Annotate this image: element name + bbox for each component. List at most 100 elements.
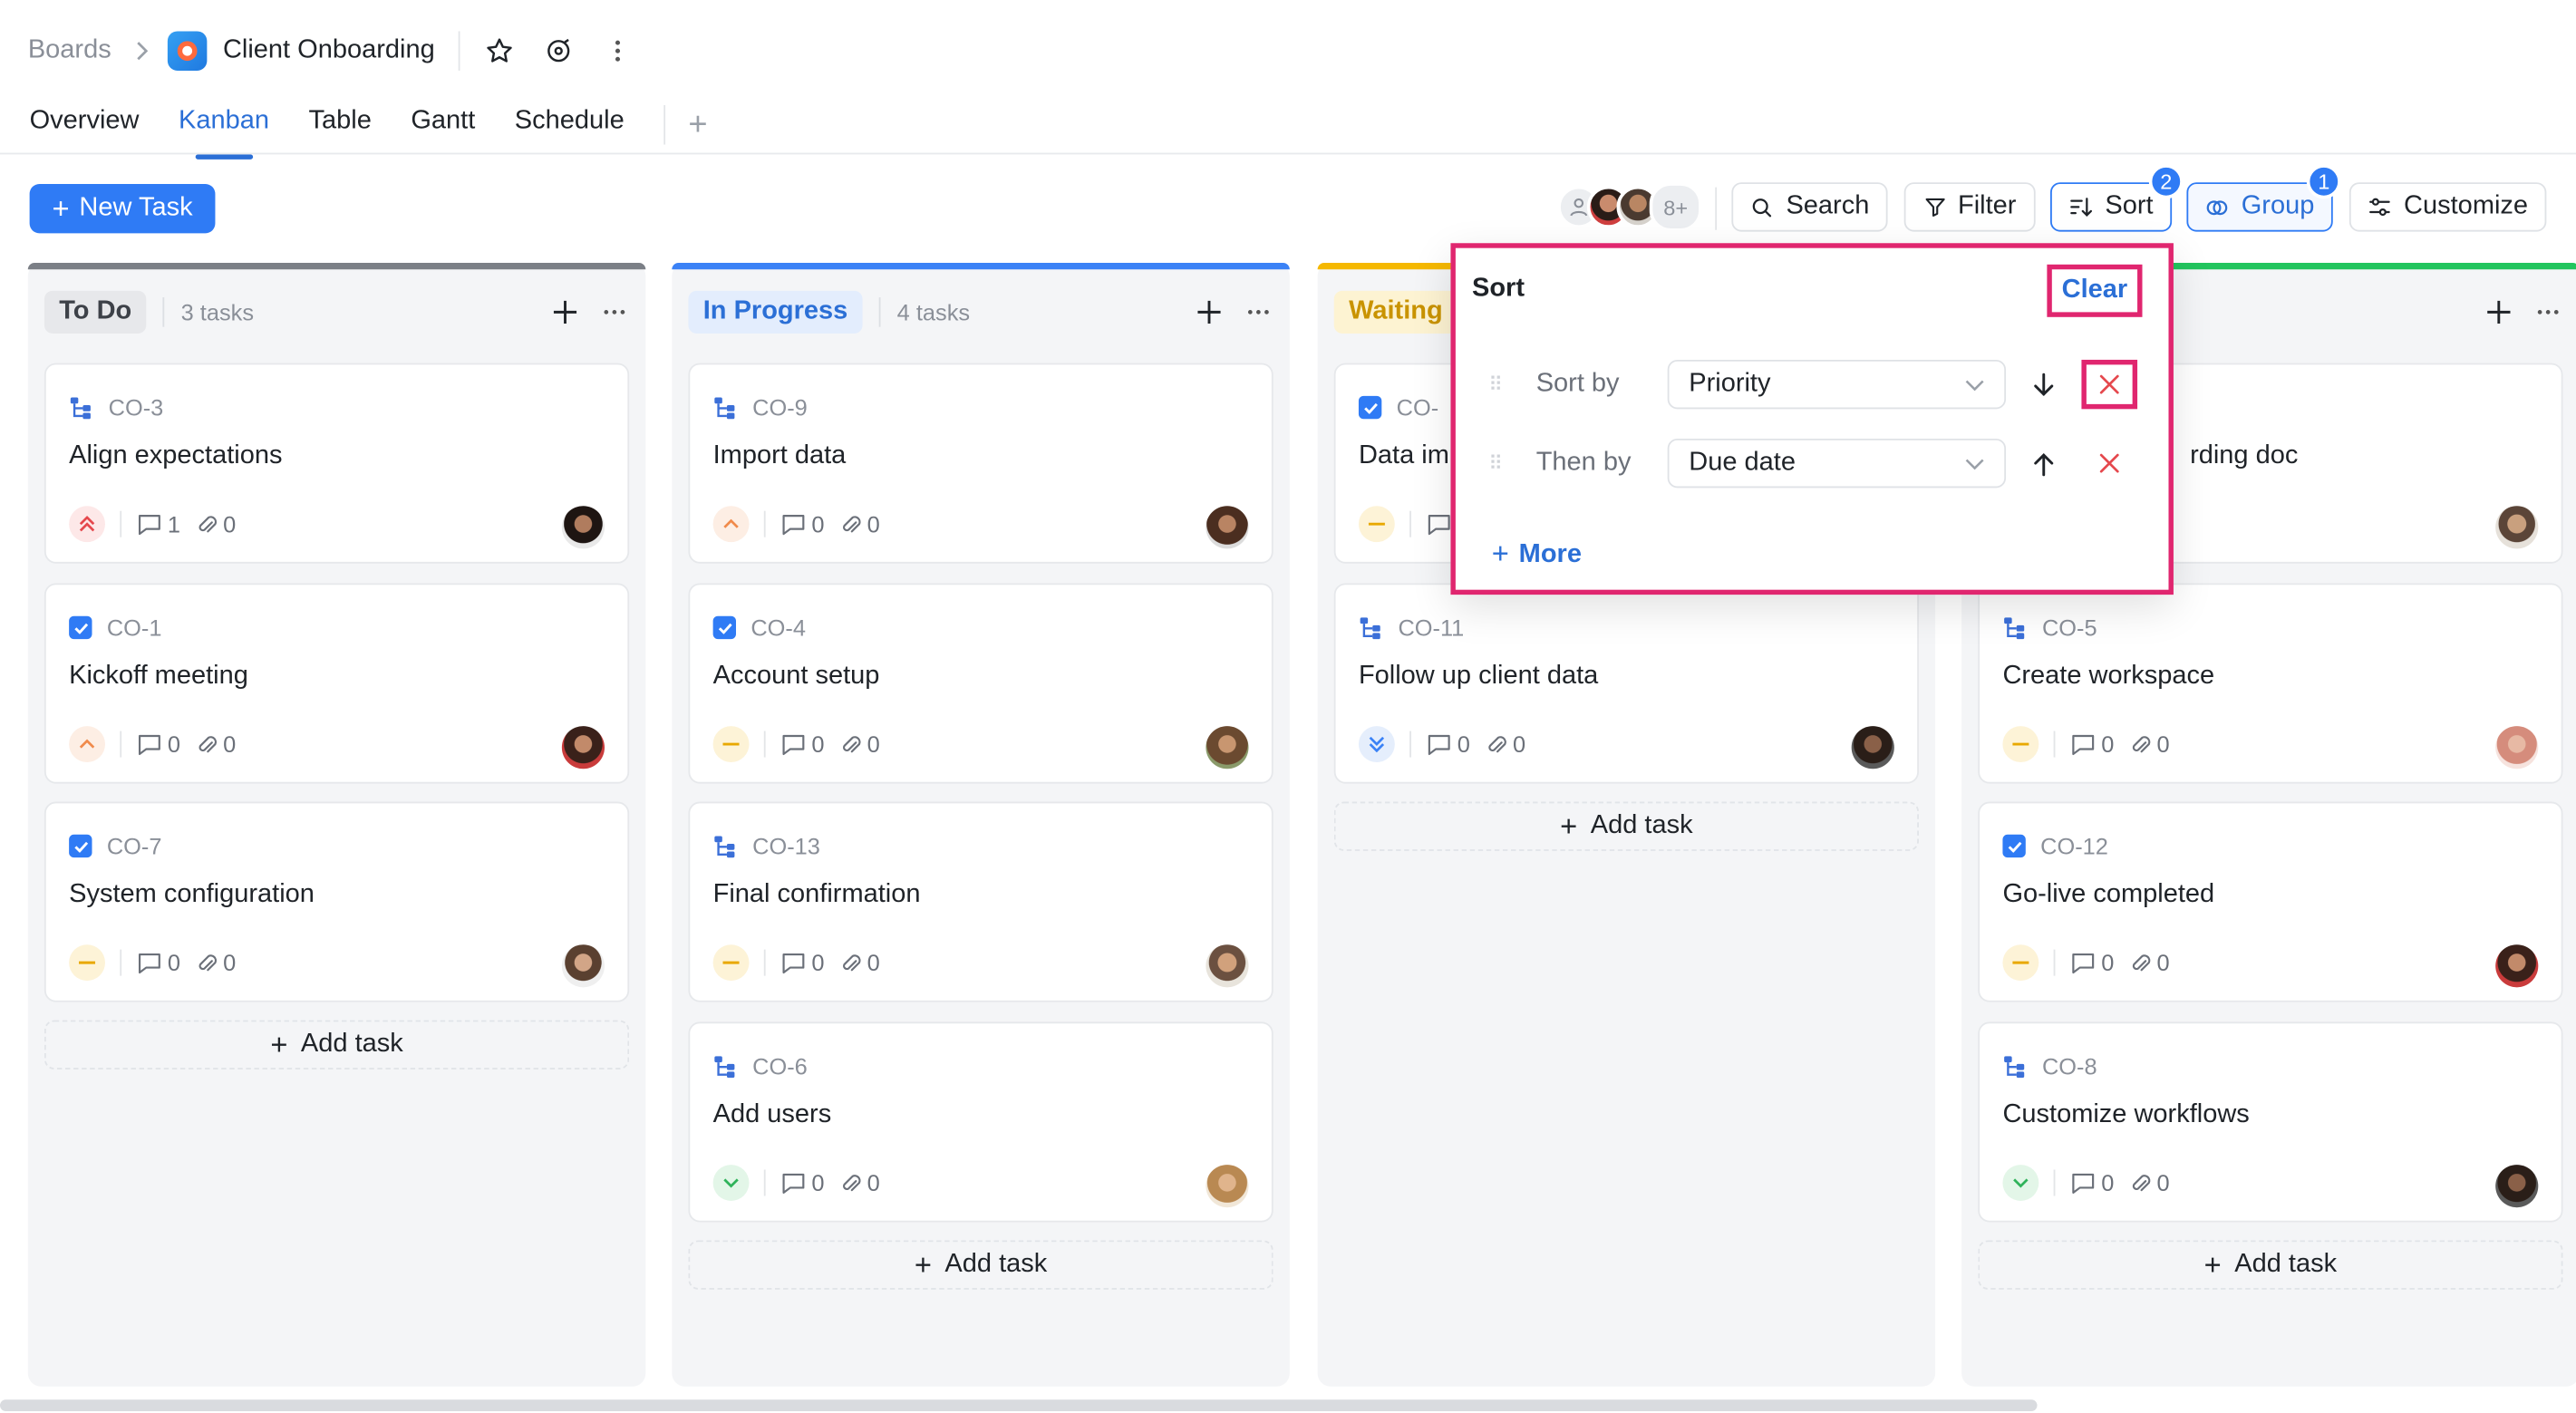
task-checkbox-icon [1358,395,1382,420]
avatar[interactable] [1206,506,1249,549]
star-icon[interactable] [482,34,515,67]
comment-icon [1428,514,1450,535]
new-task-button[interactable]: + New Task [29,184,216,234]
watch-icon[interactable] [542,34,575,67]
column-header: In Progress 4 tasks [688,289,1270,335]
avatar[interactable] [561,944,605,988]
add-sort-rule-button[interactable]: + More [1492,537,1582,572]
task-id: CO-6 [752,1052,808,1079]
task-card[interactable]: CO-5 Create workspace 0 0 [1978,583,2563,784]
avatar[interactable] [561,726,605,769]
avatar[interactable] [561,506,605,549]
task-card[interactable]: CO-4 Account setup 0 0 [688,583,1273,784]
breadcrumb-boards-link[interactable]: Boards [28,36,111,66]
subtask-icon [714,835,735,857]
customize-button[interactable]: Customize [2348,182,2547,232]
more-horizontal-icon[interactable] [2537,309,2560,315]
avatar[interactable] [1206,944,1249,988]
remove-sort-rule-button[interactable] [2081,359,2138,410]
attachment-count: 0 [867,510,880,537]
subtask-icon [714,396,735,419]
task-card[interactable]: CO-9 Import data 0 0 [688,363,1273,564]
task-title: Align expectations [69,441,283,470]
avatar[interactable] [2495,1165,2539,1208]
clear-sort-button[interactable]: Clear [2047,264,2143,317]
attachment-icon [842,953,861,971]
plus-icon[interactable] [1197,300,1221,324]
chevron-down-icon [1965,379,1984,391]
remove-sort-rule-button[interactable] [2081,439,2137,488]
add-task-button[interactable]: + Add task [1333,801,1919,851]
avatar[interactable] [1851,726,1894,769]
task-title: Follow up client data [1358,662,1599,691]
sort-ascending-toggle[interactable] [2026,445,2062,481]
filter-button[interactable]: Filter [1903,182,2036,232]
avatar[interactable] [1206,1165,1249,1208]
priority-medium-icon [69,944,105,982]
avatar[interactable] [2495,506,2539,549]
task-card[interactable]: CO-12 Go-live completed 0 0 [1978,801,2563,1002]
tab-gantt[interactable]: Gantt [411,107,475,143]
task-title: Customize workflows [2002,1100,2250,1129]
task-card[interactable]: CO-6 Add users 0 0 [688,1021,1273,1223]
sort-rule-row: ⠿ Sort by Priority [1488,358,2138,411]
subtask-icon [714,1055,735,1078]
search-button[interactable]: Search [1731,182,1888,232]
close-icon [2099,374,2119,394]
plus-icon: + [914,1247,932,1281]
attachment-count: 0 [2156,949,2170,976]
drag-handle-icon[interactable]: ⠿ [1488,373,1508,395]
add-view-icon[interactable]: + [688,109,707,141]
task-id: CO-8 [2041,1052,2097,1079]
add-task-button[interactable]: + Add task [44,1020,630,1069]
divider [663,105,666,145]
plus-icon[interactable] [2487,300,2511,324]
add-task-button[interactable]: + Add task [688,1240,1273,1290]
subtask-icon [2004,1055,2025,1078]
avatar[interactable] [1206,726,1249,769]
plus-icon: + [52,192,70,226]
task-card[interactable]: CO-3 Align expectations 1 0 [44,363,630,564]
comment-count: 0 [2101,1169,2115,1196]
priority-high-icon [712,506,750,543]
avatar[interactable] [2495,726,2539,769]
avatar[interactable] [2495,944,2539,988]
drag-handle-icon[interactable]: ⠿ [1488,451,1508,474]
sort-popup-title: Sort [1472,274,1525,303]
sort-field-select[interactable]: Priority [1667,359,2007,410]
sort-descending-toggle[interactable] [2026,366,2062,402]
tab-kanban[interactable]: Kanban [179,107,269,160]
new-task-label: New Task [79,193,193,222]
attachment-count: 0 [223,731,237,758]
add-task-label: Add task [1590,811,1693,840]
tab-table[interactable]: Table [308,107,371,143]
task-id: CO-1 [106,614,162,641]
tab-overview[interactable]: Overview [30,107,140,143]
priority-medium-icon [712,944,750,982]
comment-count: 0 [811,1169,825,1196]
member-avatars[interactable]: 8+ [1557,182,1702,232]
more-horizontal-icon[interactable] [603,309,625,315]
task-card[interactable]: CO-1 Kickoff meeting 0 0 [44,583,630,784]
comment-icon [782,953,805,973]
attachment-count: 0 [867,949,880,976]
task-card[interactable]: CO-8 Customize workflows 0 0 [1978,1021,2563,1223]
more-vertical-icon[interactable] [601,34,634,67]
comment-count: 0 [2101,949,2115,976]
comment-count: 0 [2101,731,2115,758]
task-card[interactable]: CO-7 System configuration 0 0 [44,801,630,1002]
attachment-icon [2132,1174,2150,1191]
column-title: Waiting [1333,290,1457,334]
board-title[interactable]: Client Onboarding [223,36,435,66]
sort-field-select[interactable]: Due date [1667,438,2007,489]
task-card[interactable]: CO-11 Follow up client data 0 0 [1333,583,1919,784]
add-task-button[interactable]: + Add task [1978,1240,2563,1290]
task-card[interactable]: CO-13 Final confirmation 0 0 [688,801,1273,1002]
comment-icon [138,734,160,755]
horizontal-scrollbar[interactable] [0,1399,2038,1411]
filter-icon [1925,198,1945,217]
plus-icon[interactable] [553,300,577,324]
tab-schedule[interactable]: Schedule [515,107,625,143]
priority-low-icon [712,1165,750,1201]
more-horizontal-icon[interactable] [1247,309,1270,315]
